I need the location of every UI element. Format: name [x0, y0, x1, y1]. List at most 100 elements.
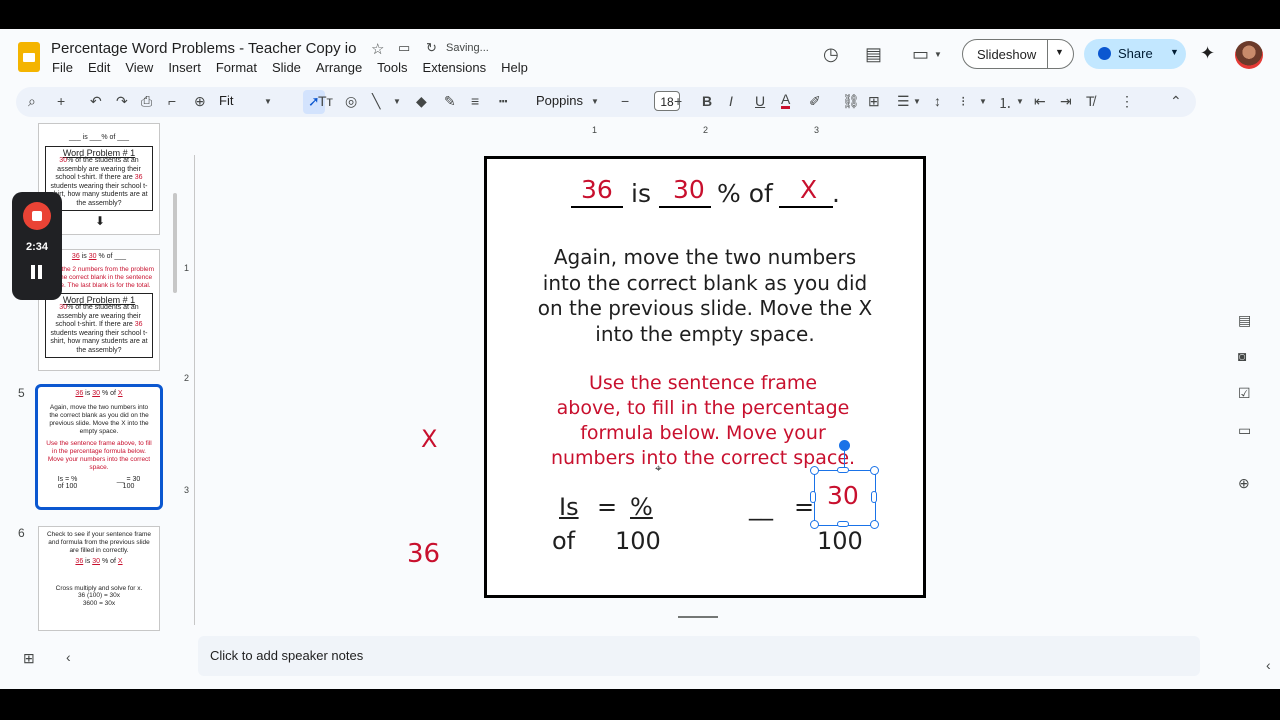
offslide-x[interactable]: X [421, 425, 437, 453]
formula-is[interactable]: Is [559, 493, 579, 521]
menu-format[interactable]: Format [216, 60, 257, 75]
italic-icon[interactable]: I [729, 93, 733, 109]
resize-handle-bottom[interactable] [837, 521, 849, 527]
paint-format-icon[interactable]: ⌐ [168, 93, 176, 109]
fill-color-icon[interactable]: ◆ [416, 93, 427, 110]
print-icon[interactable]: ⎙ [141, 93, 152, 110]
resize-handle-br[interactable] [870, 520, 879, 529]
shape-icon[interactable]: ◎ [345, 93, 357, 110]
redo-icon[interactable]: ↷ [116, 93, 128, 110]
search-menus-icon[interactable]: ⌕ [28, 93, 36, 110]
rotate-handle-icon[interactable] [839, 440, 850, 451]
formula2-blank[interactable]: __ [749, 493, 773, 521]
folder-icon[interactable]: ▭ [1238, 422, 1251, 439]
menu-tools[interactable]: Tools [377, 60, 407, 75]
slide-thumbnail-6[interactable]: Check to see if your sentence frame and … [38, 526, 160, 631]
speaker-notes[interactable]: Click to add speaker notes [198, 636, 1200, 676]
underline-icon[interactable]: U [755, 93, 765, 109]
increase-font-icon[interactable]: + [674, 93, 682, 109]
notes-resize-handle[interactable] [678, 616, 718, 618]
keep-icon[interactable]: ◙ [1238, 348, 1246, 364]
gemini-icon[interactable]: ✦ [1200, 43, 1215, 64]
comments-icon[interactable]: ▤ [865, 44, 882, 65]
line-dropdown-icon[interactable]: ▼ [393, 97, 401, 106]
zoom-dropdown-icon[interactable]: ▼ [264, 97, 272, 106]
grid-view-icon[interactable]: ⊞ [23, 650, 35, 667]
add-ons-icon[interactable]: ⊕ [1238, 475, 1250, 492]
font-family-select[interactable]: Poppins [536, 93, 583, 108]
zoom-select[interactable]: Fit [219, 93, 233, 108]
formula-of[interactable]: of [552, 527, 575, 555]
border-weight-icon[interactable]: ≡ [471, 93, 479, 109]
pause-icon[interactable] [30, 265, 44, 279]
highlight-color-icon[interactable]: ✐ [809, 93, 821, 110]
filmstrip-scrollbar[interactable] [173, 193, 177, 293]
blank2-value[interactable]: 30 [673, 175, 705, 204]
add-comment-icon[interactable]: ⊞ [868, 93, 880, 110]
menu-file[interactable]: File [52, 60, 73, 75]
formula-percent[interactable]: % [630, 493, 653, 521]
resize-handle-right[interactable] [871, 491, 877, 503]
menu-view[interactable]: View [125, 60, 153, 75]
slides-logo-icon[interactable] [18, 42, 40, 72]
clear-formatting-icon[interactable]: T̸ [1086, 93, 1095, 109]
more-options-icon[interactable]: ⋮ [1120, 93, 1134, 110]
border-color-icon[interactable]: ✎ [444, 93, 456, 110]
menu-insert[interactable]: Insert [168, 60, 201, 75]
stop-recording-button[interactable] [23, 202, 51, 230]
resize-handle-top[interactable] [837, 467, 849, 473]
instruction-black[interactable]: Again, move the two numbers into the cor… [487, 245, 923, 347]
document-title[interactable]: Percentage Word Problems - Teacher Copy … [51, 40, 356, 57]
tasks-icon[interactable]: ☑ [1238, 385, 1251, 402]
share-dropdown-icon[interactable]: ▼ [1170, 47, 1179, 57]
border-dash-icon[interactable]: ┅ [499, 93, 507, 110]
meet-icon[interactable]: ▭ [912, 44, 929, 65]
bulleted-list-icon[interactable]: ⁝ [961, 93, 965, 110]
current-slide[interactable]: 36 is 30 % of X . Again, move the two nu… [484, 156, 926, 598]
offslide-36[interactable]: 36 [407, 539, 440, 569]
increase-indent-icon[interactable]: ⇥ [1060, 93, 1072, 110]
resize-handle-tl[interactable] [810, 466, 819, 475]
menu-arrange[interactable]: Arrange [316, 60, 362, 75]
menu-edit[interactable]: Edit [88, 60, 110, 75]
collapse-toolbar-icon[interactable]: ⌃ [1170, 93, 1182, 110]
undo-icon[interactable]: ↶ [90, 93, 102, 110]
slideshow-button[interactable]: Slideshow ▼ [962, 39, 1074, 69]
history-icon[interactable]: ◷ [823, 44, 839, 65]
move-folder-icon[interactable]: ▭ [398, 40, 410, 56]
decrease-indent-icon[interactable]: ⇤ [1034, 93, 1046, 110]
blank3-value[interactable]: X [800, 175, 817, 204]
expand-side-panel-icon[interactable]: ‹ [1266, 657, 1271, 673]
blank1-value[interactable]: 36 [581, 175, 613, 204]
collapse-panel-icon[interactable]: ‹ [66, 649, 71, 665]
numbered-dropdown-icon[interactable]: ▼ [1016, 97, 1024, 106]
resize-handle-left[interactable] [810, 491, 816, 503]
align-icon[interactable]: ☰ [897, 93, 910, 110]
align-dropdown-icon[interactable]: ▼ [913, 97, 921, 106]
zoom-icon[interactable]: ⊕ [194, 93, 206, 110]
menu-slide[interactable]: Slide [272, 60, 301, 75]
new-slide-icon[interactable]: + [57, 93, 65, 109]
resize-handle-bl[interactable] [810, 520, 819, 529]
menu-help[interactable]: Help [501, 60, 528, 75]
slide-thumbnail-5[interactable]: 36 is 30 % of X Again, move the two numb… [35, 384, 163, 510]
instruction-red[interactable]: Use the sentence frame above, to fill in… [487, 371, 919, 471]
resize-handle-tr[interactable] [870, 466, 879, 475]
slideshow-dropdown-icon[interactable]: ▼ [1055, 47, 1064, 57]
bullet-dropdown-icon[interactable]: ▼ [979, 97, 987, 106]
link-icon[interactable]: ⛓ [842, 93, 860, 110]
share-button[interactable]: Share ▼ [1084, 39, 1186, 69]
text-color-icon[interactable]: A [781, 92, 791, 109]
line-spacing-icon[interactable]: ↕ [934, 93, 941, 109]
selection-box[interactable] [814, 470, 876, 526]
line-icon[interactable]: ╲ [372, 93, 380, 110]
numbered-list-icon[interactable]: ⒈ [998, 93, 1012, 113]
calendar-icon[interactable]: ▤ [1238, 312, 1251, 329]
meet-dropdown-icon[interactable]: ▼ [934, 50, 942, 59]
text-box-icon[interactable]: Tт [318, 93, 333, 109]
decrease-font-icon[interactable]: − [621, 93, 629, 109]
menu-extensions[interactable]: Extensions [423, 60, 487, 75]
star-icon[interactable]: ☆ [371, 40, 384, 58]
font-dropdown-icon[interactable]: ▼ [591, 97, 599, 106]
bold-icon[interactable]: B [702, 93, 712, 109]
